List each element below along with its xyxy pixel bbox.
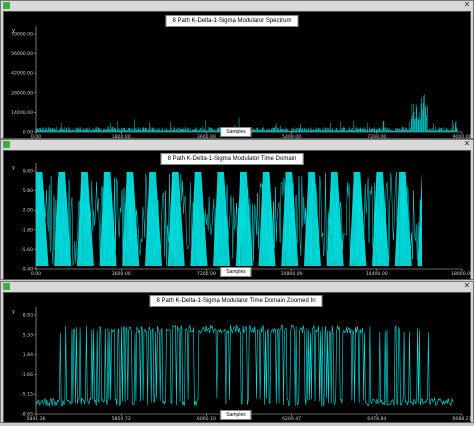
zoomed-trace [35,324,454,407]
samples-axis-button[interactable]: Samples [220,267,252,277]
y-tick-label: -1.66 [21,372,33,378]
y-tick-label: -1.80 [21,227,33,233]
y-tick-label: 1.84 [23,352,33,358]
x-tick-label: 6688.21 [453,416,472,422]
x-tick-label: 18000.00 [451,271,472,277]
x-tick-label: 6478.84 [367,416,386,422]
y-tick-label: 2.00 [23,208,33,214]
app-icon [3,2,10,9]
y-tick-label: 56000.00 [11,51,33,57]
x-tick-label: 1800.00 [112,134,131,138]
spectrum-chart: y70000.0056000.0042000.0028000.0014000.0… [11,26,472,140]
samples-axis-button[interactable]: Samples [220,410,252,420]
x-tick-label: 5850.73 [112,416,131,422]
zoomed-chart: y8.835.331.84-1.66-5.15-8.655841.36 5850.… [12,307,472,422]
y-tick-label: 42000.00 [11,71,33,77]
time-domain-titlebar: ✕ [1,140,473,149]
app-icon [3,283,10,290]
x-tick-label: 3600.00 [112,271,131,277]
x-tick-label: 0.00 [31,134,41,138]
time-domain-chart: y9.605.802.00-1.80-5.60-9.400.00 3600.00 7… [12,163,473,277]
time-domain-plot: y 9.60 5.80 2.00 -1.80 -5.60 -9.40 0.00 3600.00 7… [3,150,473,280]
y-tick-label: 9.60 [23,169,33,175]
spectrum-title: 8 Path K-Delta-1-Sigma Modulator Spectru… [165,15,299,27]
app-icon [3,141,10,148]
x-tick-label: 5841.36 [27,416,46,422]
y-tick-label: 5.33 [23,332,33,338]
close-icon[interactable]: ✕ [463,1,471,9]
x-tick-label: 5400.00 [282,134,301,138]
spectrum-titlebar: ✕ [1,1,473,10]
y-tick-label: -5.15 [21,392,33,398]
y-axis-label: y [12,309,15,315]
y-tick-label: 5.80 [23,188,33,194]
x-tick-label: 3600.00 [197,134,216,138]
x-tick-label: 14400.00 [366,271,388,277]
y-tick-label: 28000.00 [11,90,33,96]
x-tick-label: 0.00 [31,271,41,277]
y-tick-label: 70000.00 [11,32,33,38]
y-tick-label: 8.83 [23,313,33,319]
zoomed-title: 8 Path K-Delta-1-Sigma Modulator Time Do… [149,295,323,307]
close-icon[interactable]: ✕ [463,140,471,148]
x-tick-label: 6269.47 [282,416,301,422]
y-tick-label: 14000.00 [11,110,33,116]
time-domain-window: ✕ y 9.60 5.80 2.00 -1.80 -5.60 -9.40 0.00 3600.0… [0,139,474,280]
y-tick-label: -5.60 [21,247,33,253]
zoomed-window: ✕ y 8.83 5.33 1.84 -1.66 -5.15 -8.65 5841.36 585… [0,281,474,423]
close-icon[interactable]: ✕ [463,282,471,290]
zoomed-titlebar: ✕ [1,282,473,291]
spectrum-window: ✕ y 70000.00 56000.00 42000.00 28000.00 14000… [0,0,474,140]
time-domain-title: 8 Path K-Delta-1-Sigma Modulator Time Do… [160,153,304,165]
x-tick-label: 6060.10 [197,416,216,422]
x-tick-label: 10800.00 [281,271,303,277]
x-tick-label: 9000.00 [453,134,472,138]
spectrum-plot: y 70000.00 56000.00 42000.00 28000.00 14000.0… [3,11,472,140]
y-axis-label: y [12,165,15,171]
samples-axis-button[interactable]: Samples [220,127,252,137]
x-tick-label: 7200.00 [197,271,216,277]
zoomed-plot: y 8.83 5.33 1.84 -1.66 -5.15 -8.65 5841.36 5850.… [3,292,472,423]
x-tick-label: 7200.00 [367,134,386,138]
